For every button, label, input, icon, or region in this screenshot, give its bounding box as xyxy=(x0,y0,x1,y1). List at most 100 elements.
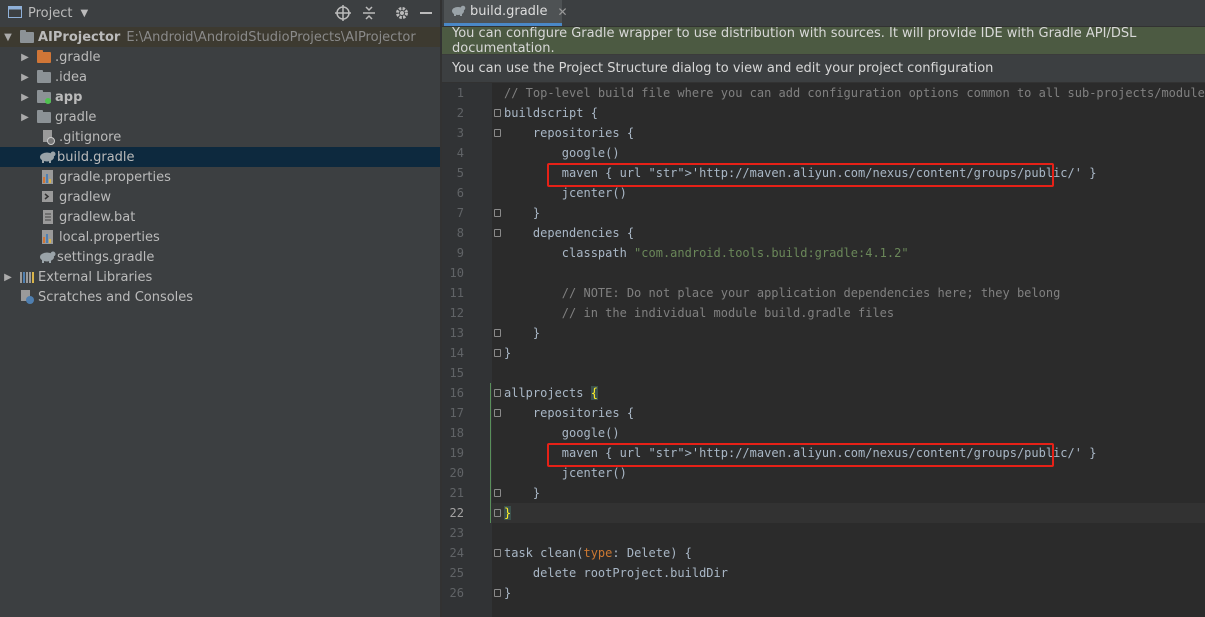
close-icon[interactable]: ✕ xyxy=(558,5,568,19)
fold-marker-icon[interactable] xyxy=(494,229,501,237)
line-number: 10 xyxy=(449,266,464,280)
code-line[interactable]: delete rootProject.buildDir xyxy=(504,563,728,583)
tree-item-scratches[interactable]: Scratches and Consoles xyxy=(0,287,440,307)
tree-item-label: .gradle xyxy=(55,49,101,65)
collapse-all-icon[interactable] xyxy=(362,5,376,25)
fold-marker-icon[interactable] xyxy=(494,489,501,497)
fold-marker-icon[interactable] xyxy=(494,509,501,517)
highlight-box-maven-2 xyxy=(547,443,1054,467)
code-line[interactable]: } xyxy=(504,323,540,343)
fold-marker-icon[interactable] xyxy=(494,349,501,357)
code-line[interactable]: } xyxy=(492,503,1205,523)
tree-item-label: build.gradle xyxy=(57,149,135,165)
fold-marker-icon[interactable] xyxy=(494,549,501,557)
tree-item-gradlew[interactable]: gradlew xyxy=(0,187,440,207)
code-line[interactable]: buildscript { xyxy=(504,103,598,123)
tree-item-gradle-cache[interactable]: ▶ .gradle xyxy=(0,47,440,67)
line-number: 13 xyxy=(449,326,464,340)
properties-file-icon xyxy=(40,169,56,185)
expand-arrow-icon[interactable]: ▶ xyxy=(20,92,30,103)
tree-item-label: gradle.properties xyxy=(59,169,171,185)
tab-build-gradle[interactable]: build.gradle ✕ xyxy=(444,0,568,26)
code-line[interactable]: // Top-level build file where you can ad… xyxy=(504,83,1205,103)
tab-label: build.gradle xyxy=(470,4,548,19)
tree-item-label: gradlew.bat xyxy=(59,209,136,225)
editor-area: build.gradle ✕ You can configure Gradle … xyxy=(442,0,1205,617)
line-number: 23 xyxy=(449,526,464,540)
tree-item-gradlew-bat[interactable]: gradlew.bat xyxy=(0,207,440,227)
tree-item-gradle-properties[interactable]: gradle.properties xyxy=(0,167,440,187)
locate-file-icon[interactable] xyxy=(335,5,351,25)
code-line[interactable]: dependencies { xyxy=(504,223,634,243)
expand-arrow-icon[interactable]: ▶ xyxy=(20,72,30,83)
project-structure-banner[interactable]: You can use the Project Structure dialog… xyxy=(442,55,1205,83)
tree-item-app[interactable]: ▶ app xyxy=(0,87,440,107)
line-number: 8 xyxy=(456,226,464,240)
minimize-icon[interactable] xyxy=(420,12,432,14)
code-line[interactable]: } xyxy=(504,343,511,363)
code-line[interactable]: // in the individual module build.gradle… xyxy=(504,303,894,323)
tree-item-build-gradle[interactable]: build.gradle xyxy=(0,147,440,167)
project-panel-header: Project ▼ xyxy=(0,0,440,28)
gear-icon[interactable] xyxy=(394,5,410,25)
tree-item-root[interactable]: ▼ AIProjector E:\Android\AndroidStudioPr… xyxy=(0,27,440,47)
editor-tab-bar: build.gradle ✕ xyxy=(442,0,1205,27)
line-number: 24 xyxy=(449,546,464,560)
fold-marker-icon[interactable] xyxy=(494,409,501,417)
line-number: 12 xyxy=(449,306,464,320)
line-number: 20 xyxy=(449,466,464,480)
tree-item-idea[interactable]: ▶ .idea xyxy=(0,67,440,87)
line-number: 9 xyxy=(456,246,464,260)
line-number-gutter: 1 2 3 4 5 6 7 8 9 10 11 12 13 14 15 16 17 18 19 20 21 22 23 24 2… xyxy=(442,83,492,617)
line-number: 18 xyxy=(449,426,464,440)
properties-file-icon xyxy=(40,229,56,245)
tree-item-label: settings.gradle xyxy=(57,249,155,265)
fold-marker-icon[interactable] xyxy=(494,589,501,597)
tree-item-path: E:\Android\AndroidStudioProjects\AIProje… xyxy=(126,29,416,45)
code-line[interactable]: } xyxy=(504,483,540,503)
tree-item-local-properties[interactable]: local.properties xyxy=(0,227,440,247)
chevron-down-icon[interactable]: ▼ xyxy=(80,8,88,19)
code-line[interactable]: classpath "com.android.tools.build:gradl… xyxy=(504,243,909,263)
tree-item-settings-gradle[interactable]: settings.gradle xyxy=(0,247,440,267)
code-line[interactable]: task clean(type: Delete) { xyxy=(504,543,692,563)
tree-item-external-libraries[interactable]: ▶ External Libraries xyxy=(0,267,440,287)
tree-item-gitignore[interactable]: .gitignore xyxy=(0,127,440,147)
fold-marker-icon[interactable] xyxy=(494,329,501,337)
code-editor[interactable]: 1 2 3 4 5 6 7 8 9 10 11 12 13 14 15 16 17 18 19 20 21 22 23 24 2… xyxy=(442,83,1205,617)
tree-item-label: Scratches and Consoles xyxy=(38,289,194,305)
code-line[interactable]: google() xyxy=(504,143,620,163)
line-number: 26 xyxy=(449,586,464,600)
tree-item-gradle[interactable]: ▶ gradle xyxy=(0,107,440,127)
text-file-icon xyxy=(40,209,56,225)
expand-arrow-icon[interactable]: ▼ xyxy=(3,32,13,43)
line-number: 17 xyxy=(449,406,464,420)
project-panel: Project ▼ ▼ AIProjector E:\Android\Andro… xyxy=(0,0,440,617)
fold-marker-icon[interactable] xyxy=(494,109,501,117)
code-line[interactable]: allprojects { xyxy=(504,383,598,403)
folder-icon xyxy=(36,69,52,85)
line-number: 19 xyxy=(449,446,464,460)
project-view-selector[interactable]: Project xyxy=(28,6,72,21)
banner-text: You can use the Project Structure dialog… xyxy=(452,61,994,76)
code-line[interactable]: repositories { xyxy=(504,123,634,143)
fold-marker-icon[interactable] xyxy=(494,129,501,137)
project-window-icon xyxy=(8,5,22,22)
code-line[interactable]: repositories { xyxy=(504,403,634,423)
expand-arrow-icon[interactable]: ▶ xyxy=(20,52,30,63)
code-line[interactable]: // NOTE: Do not place your application d… xyxy=(504,283,1061,303)
fold-marker-icon[interactable] xyxy=(494,209,501,217)
ignore-file-icon xyxy=(40,129,56,145)
gradle-elephant-icon xyxy=(38,249,56,265)
folder-icon xyxy=(36,49,52,65)
line-number: 3 xyxy=(456,126,464,140)
gradle-wrapper-banner[interactable]: You can configure Gradle wrapper to use … xyxy=(442,26,1205,56)
expand-arrow-icon[interactable]: ▶ xyxy=(3,272,13,283)
fold-marker-icon[interactable] xyxy=(494,389,501,397)
line-number: 16 xyxy=(449,386,464,400)
code-line[interactable]: } xyxy=(504,203,540,223)
tree-item-label: local.properties xyxy=(59,229,160,245)
code-line[interactable]: } xyxy=(504,583,511,603)
expand-arrow-icon[interactable]: ▶ xyxy=(20,112,30,123)
code-line[interactable]: google() xyxy=(504,423,620,443)
